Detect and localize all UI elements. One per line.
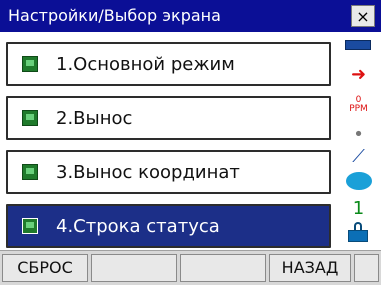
menu-item-icon	[22, 164, 38, 180]
softkey-3[interactable]	[180, 254, 266, 282]
prism-icon: ⟋	[352, 146, 365, 167]
menu-item-label: 1.Основной режим	[56, 54, 235, 75]
softkey-2[interactable]	[91, 254, 177, 282]
softkey-5[interactable]	[354, 254, 379, 282]
ppm-icon: 0 PPM	[336, 96, 381, 114]
ppm-unit: PPM	[349, 104, 368, 114]
lock-icon	[348, 222, 368, 242]
menu-item-label: 3.Вынос координат	[56, 162, 240, 183]
menu-item-icon	[22, 110, 38, 126]
menu-item-basic-mode[interactable]: 1.Основной режим	[6, 42, 331, 86]
menu-item-stakeout-coords[interactable]: 3.Вынос координат	[6, 150, 331, 194]
menu-item-icon	[22, 56, 38, 72]
menu-item-label: 2.Вынос	[56, 108, 133, 129]
target-arrow-icon: ➜	[350, 64, 367, 85]
close-button[interactable]: ×	[351, 5, 375, 27]
menu-item-label: 4.Строка статуса	[56, 216, 220, 237]
softkey-bar: СБРОС НАЗАД	[0, 250, 381, 285]
menu-item-icon	[22, 218, 38, 234]
level-number: 1	[352, 198, 365, 219]
menu-item-status-bar[interactable]: 4.Строка статуса	[6, 204, 331, 248]
softkey-reset[interactable]: СБРОС	[2, 254, 88, 282]
app-window: Настройки/Выбор экрана × 1.Основной режи…	[0, 0, 381, 285]
menu-item-stakeout[interactable]: 2.Вынос	[6, 96, 331, 140]
softkey-back[interactable]: НАЗАД	[269, 254, 351, 282]
window-title: Настройки/Выбор экрана	[8, 6, 221, 25]
title-bar: Настройки/Выбор экрана ×	[0, 0, 381, 32]
level-icon: 1	[336, 198, 381, 219]
status-bar: ➜ 0 PPM • ⟋ 1	[336, 36, 381, 250]
disk-icon	[346, 172, 372, 190]
battery-icon	[345, 40, 371, 50]
dot-icon: •	[353, 124, 364, 145]
